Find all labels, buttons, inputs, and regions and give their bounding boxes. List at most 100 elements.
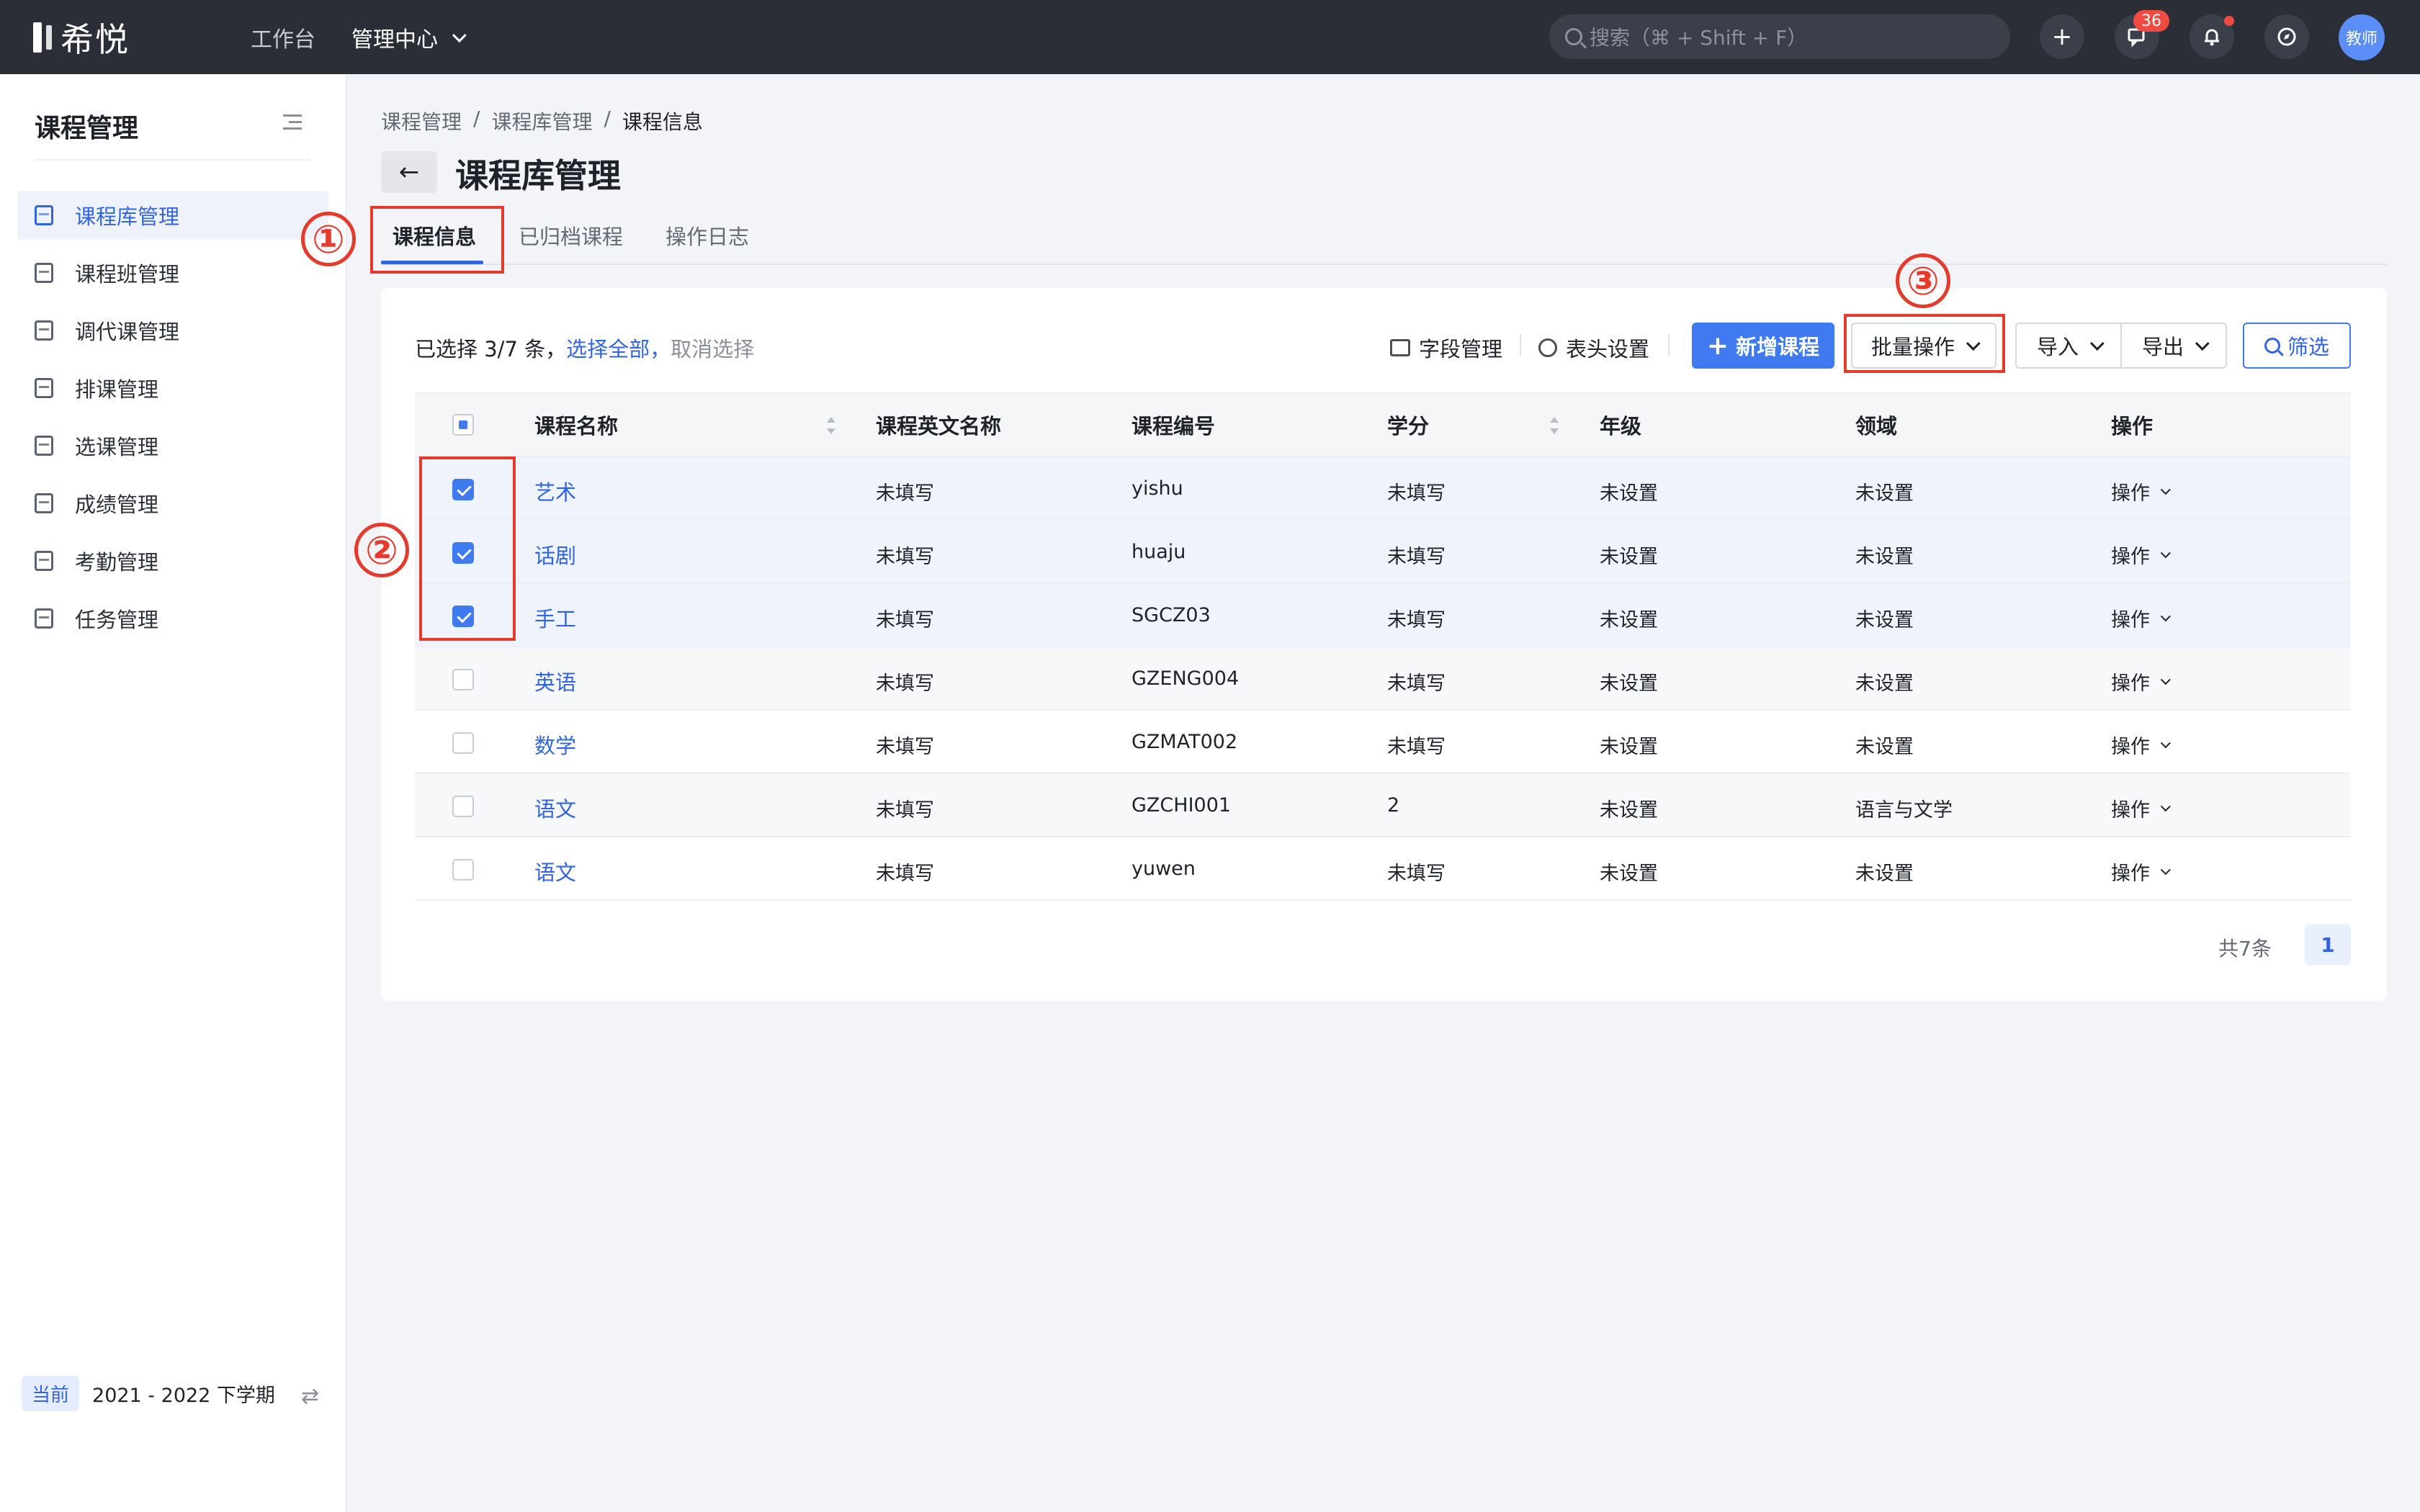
cell-credit: 未填写 <box>1387 736 1446 758</box>
column-course-name: 课程名称 <box>534 414 619 438</box>
select-all-link[interactable]: 选择全部， <box>566 337 671 361</box>
export-dropdown[interactable]: 导出 <box>2120 323 2227 369</box>
row-checkbox[interactable] <box>452 859 474 881</box>
course-name-link[interactable]: 话剧 <box>534 539 576 570</box>
swap-term-icon[interactable]: ⇄ <box>301 1384 319 1409</box>
logo[interactable]: 希悦 <box>33 0 130 74</box>
topnav-workbench[interactable]: 工作台 <box>251 22 315 53</box>
top-nav: 工作台 管理中心 <box>251 22 467 53</box>
row-actions-dropdown[interactable]: 操作 <box>2111 667 2171 696</box>
table-row[interactable]: 语文 未填写 GZCHI001 2 未设置 语言与文学 操作 <box>415 774 2351 837</box>
plus-icon: + <box>1706 330 1729 361</box>
sort-icon[interactable] <box>1550 417 1559 434</box>
cell-english-name: 未填写 <box>876 863 934 885</box>
tab-archived-courses[interactable]: 已归档课程 <box>519 220 623 251</box>
chevron-down-icon <box>2195 336 2210 351</box>
course-name-link[interactable]: 手工 <box>534 603 576 633</box>
notification-dot <box>2224 16 2234 26</box>
sidebar-item-substitute[interactable]: 调代课管理 <box>17 306 328 355</box>
pagination-page[interactable]: 1 <box>2305 924 2351 965</box>
collapse-sidebar-icon[interactable] <box>283 114 302 130</box>
logo-text: 希悦 <box>60 19 130 59</box>
course-name-link[interactable]: 数学 <box>534 729 576 760</box>
cell-credit: 未填写 <box>1387 672 1446 695</box>
add-button[interactable]: + <box>2040 14 2084 59</box>
table-row[interactable]: 数学 未填写 GZMAT002 未填写 未设置 未设置 操作 <box>415 711 2351 774</box>
cancel-selection-link[interactable]: 取消选择 <box>671 337 754 361</box>
app-switch-button[interactable] <box>2264 14 2309 59</box>
search-input[interactable]: 搜索（⌘ + Shift + F） <box>1549 14 2010 59</box>
row-actions-dropdown[interactable]: 操作 <box>2111 731 2171 759</box>
column-actions: 操作 <box>2111 414 2154 438</box>
cell-grade: 未设置 <box>1600 482 1658 505</box>
course-name-link[interactable]: 语文 <box>534 793 576 823</box>
table-row[interactable]: 话剧 未填写 huaju 未填写 未设置 未设置 操作 <box>415 521 2351 584</box>
sort-icon[interactable] <box>827 417 835 434</box>
chevron-down-icon <box>2160 484 2171 495</box>
sidebar-item-scheduling[interactable]: 排课管理 <box>17 364 328 413</box>
sidebar-divider <box>35 159 310 161</box>
table-row[interactable]: 语文 未填写 yuwen 未填写 未设置 未设置 操作 <box>415 837 2351 901</box>
table-row[interactable]: 艺术 未填写 yishu 未填写 未设置 未设置 操作 <box>415 457 2351 521</box>
calendar-icon <box>35 551 53 571</box>
course-name-link[interactable]: 英语 <box>534 666 576 696</box>
row-actions-dropdown[interactable]: 操作 <box>2111 541 2171 569</box>
row-actions-label: 操作 <box>2111 609 2150 631</box>
cell-course-code: huaju <box>1131 541 1186 563</box>
chevron-down-icon <box>2160 674 2171 685</box>
sidebar-item-tasks[interactable]: 任务管理 <box>17 594 328 643</box>
select-all-checkbox[interactable] <box>452 414 474 436</box>
table-row[interactable]: 手工 未填写 SGCZ03 未填写 未设置 未设置 操作 <box>415 584 2351 647</box>
pagination-total: 共7条 <box>2218 937 2272 960</box>
course-library-icon <box>35 205 53 225</box>
import-label: 导入 <box>2036 335 2079 359</box>
search-icon <box>2264 338 2280 354</box>
breadcrumb-separator: / <box>473 107 480 130</box>
row-checkbox[interactable] <box>452 732 474 754</box>
breadcrumb-course-library[interactable]: 课程库管理 <box>491 107 592 135</box>
row-checkbox[interactable] <box>452 669 474 690</box>
arrow-left-icon: ← <box>398 158 420 186</box>
course-table: 课程名称 课程英文名称 课程编号 学分 年级 领域 操作 艺术 未填写 yish… <box>415 392 2351 901</box>
row-actions-dropdown[interactable]: 操作 <box>2111 604 2171 632</box>
search-icon <box>1565 28 1582 45</box>
sidebar-item-course-selection[interactable]: 选课管理 <box>17 421 328 470</box>
filter-button[interactable]: 筛选 <box>2243 323 2351 369</box>
row-actions-label: 操作 <box>2111 863 2150 885</box>
chevron-down-icon <box>2160 737 2171 748</box>
sidebar-item-label: 成绩管理 <box>75 492 159 517</box>
term-selector[interactable]: 当前 2021 - 2022 下学期 <box>22 1376 275 1411</box>
import-dropdown[interactable]: 导入 <box>2015 323 2122 369</box>
table-row[interactable]: 英语 未填写 GZENG004 未填写 未设置 未设置 操作 <box>415 647 2351 711</box>
sidebar-item-course-class[interactable]: 课程班管理 <box>17 248 328 297</box>
cell-course-code: yishu <box>1131 477 1183 500</box>
field-manage-button[interactable]: 字段管理 <box>1390 333 1502 363</box>
course-name-link[interactable]: 艺术 <box>534 476 576 506</box>
sidebar-item-label: 考勤管理 <box>75 550 159 575</box>
cell-english-name: 未填写 <box>876 736 934 758</box>
row-actions-label: 操作 <box>2111 672 2150 695</box>
breadcrumb-course-management[interactable]: 课程管理 <box>381 107 462 135</box>
course-name-link[interactable]: 语文 <box>534 856 576 886</box>
header-settings-button[interactable]: 表头设置 <box>1538 333 1649 363</box>
topnav-admin-center[interactable]: 管理中心 <box>351 22 467 53</box>
cell-grade: 未设置 <box>1600 863 1658 885</box>
avatar[interactable]: 教师 <box>2339 14 2385 60</box>
plus-icon: + <box>2051 22 2073 51</box>
table-header: 课程名称 课程英文名称 课程编号 学分 年级 领域 操作 <box>415 392 2351 457</box>
tab-operation-log[interactable]: 操作日志 <box>666 220 749 251</box>
row-checkbox[interactable] <box>452 796 474 817</box>
row-actions-dropdown[interactable]: 操作 <box>2111 477 2171 505</box>
back-button[interactable]: ← <box>381 151 437 193</box>
row-actions-dropdown[interactable]: 操作 <box>2111 858 2171 886</box>
chevron-down-icon <box>2160 611 2171 621</box>
chevron-down-icon <box>2160 547 2171 558</box>
row-actions-dropdown[interactable]: 操作 <box>2111 794 2171 822</box>
sidebar-item-course-library[interactable]: 课程库管理 <box>17 191 328 240</box>
sidebar-item-attendance[interactable]: 考勤管理 <box>17 536 328 585</box>
cell-course-code: GZCHI001 <box>1131 794 1232 816</box>
add-course-button[interactable]: + 新增课程 <box>1692 323 1834 369</box>
cell-course-code: SGCZ03 <box>1131 604 1211 626</box>
cell-credit: 未填写 <box>1387 546 1446 568</box>
sidebar-item-grades[interactable]: 成绩管理 <box>17 479 328 528</box>
